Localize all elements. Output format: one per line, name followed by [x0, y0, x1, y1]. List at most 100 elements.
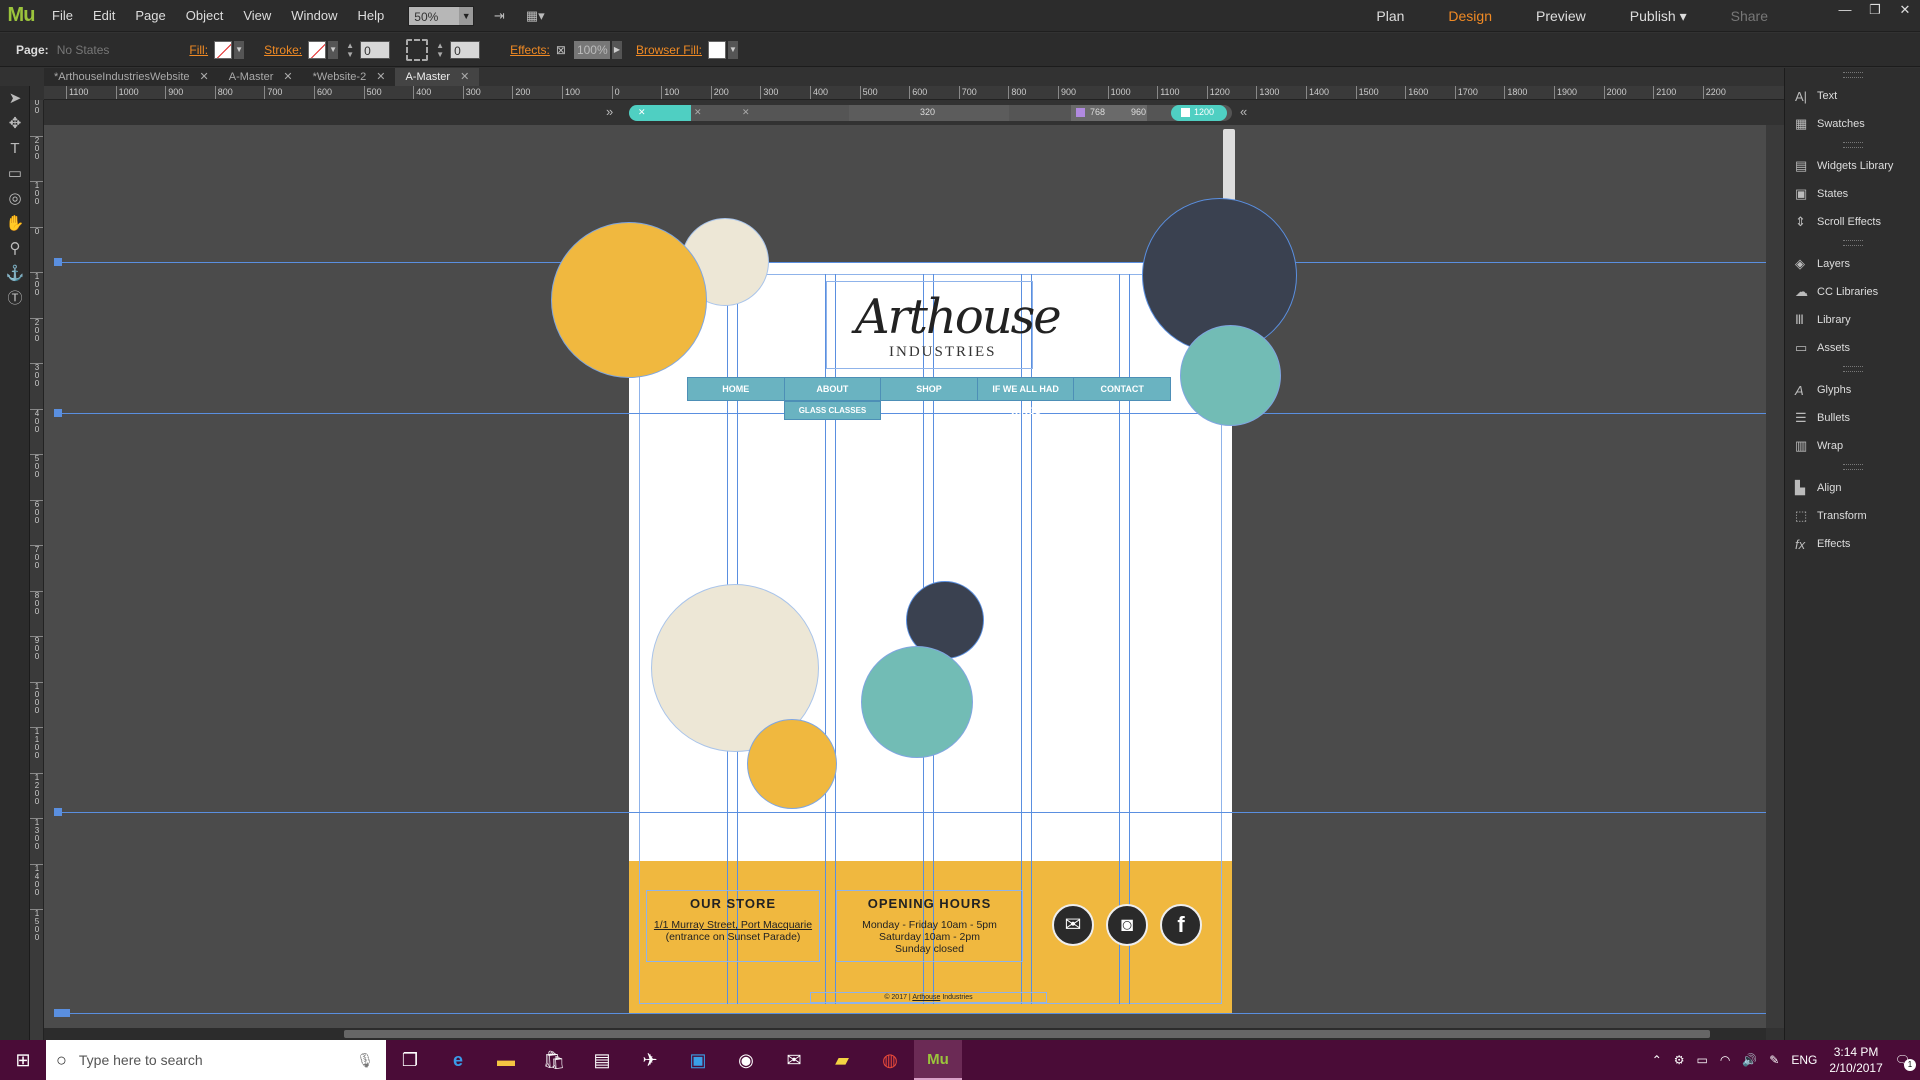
- circle-yellow-large[interactable]: [551, 222, 707, 378]
- effects-icon[interactable]: ⊠: [556, 43, 566, 57]
- close-icon[interactable]: ✕: [1890, 0, 1920, 20]
- close-icon[interactable]: ✕: [638, 107, 646, 118]
- rectangle-tool-icon[interactable]: ▭: [0, 161, 30, 186]
- facebook-icon[interactable]: f: [1160, 904, 1202, 946]
- close-icon[interactable]: ✕: [460, 68, 469, 86]
- menu-help[interactable]: Help: [348, 0, 395, 32]
- panel-swatches[interactable]: ▦ Swatches: [1785, 110, 1920, 138]
- horizontal-scrollbar[interactable]: [44, 1028, 1766, 1040]
- menu-object[interactable]: Object: [176, 0, 234, 32]
- nav-shop[interactable]: SHOP: [881, 378, 978, 400]
- guide-handle[interactable]: [54, 409, 62, 417]
- tab-arthouse-website[interactable]: *ArthouseIndustriesWebsite ✕: [44, 68, 219, 86]
- stroke-swatch[interactable]: [308, 40, 327, 59]
- page-end-guide[interactable]: [58, 1013, 1766, 1014]
- panel-library[interactable]: Ⅲ Library: [1785, 306, 1920, 334]
- network-app-icon[interactable]: ⚙: [1674, 1053, 1685, 1067]
- stroke-spinner-icon[interactable]: ▲ ▼: [346, 41, 356, 59]
- crop-tool-icon[interactable]: ✥: [0, 111, 30, 136]
- mode-preview[interactable]: Preview: [1514, 0, 1608, 32]
- breakpoint-960[interactable]: 960: [1131, 107, 1146, 117]
- panel-grip[interactable]: [1842, 240, 1863, 246]
- close-icon[interactable]: ✕: [742, 107, 750, 118]
- file-explorer-icon[interactable]: ▬: [482, 1040, 530, 1080]
- store-icon[interactable]: 🛍: [530, 1040, 578, 1080]
- chevron-up-icon[interactable]: ⌃: [1652, 1053, 1662, 1067]
- panel-wrap[interactable]: ▥ Wrap: [1785, 432, 1920, 460]
- restore-icon[interactable]: ❐: [1860, 0, 1890, 20]
- edge-icon[interactable]: e: [434, 1040, 482, 1080]
- language-indicator[interactable]: ENG: [1791, 1053, 1817, 1067]
- email-icon[interactable]: ✉: [1052, 904, 1094, 946]
- chevron-down-icon[interactable]: ▼: [727, 40, 738, 59]
- photos-app-icon[interactable]: ▣: [674, 1040, 722, 1080]
- fill-swatch[interactable]: [214, 40, 233, 59]
- corner-radius-icon[interactable]: [406, 38, 429, 61]
- task-view-icon[interactable]: ❐: [386, 1040, 434, 1080]
- text-frame-icon[interactable]: Ⓣ: [0, 286, 30, 311]
- horizontal-ruler[interactable]: 1100 1000 900 800 700 600 500 400 300 200 100 0 100 2…: [44, 86, 1784, 100]
- panel-grip[interactable]: [1842, 366, 1863, 372]
- panel-text[interactable]: A| Text: [1785, 82, 1920, 110]
- nav-home[interactable]: HOME: [688, 378, 785, 400]
- nav-contact[interactable]: CONTACT: [1074, 378, 1170, 400]
- menu-file[interactable]: File: [42, 0, 83, 32]
- muse-app-icon[interactable]: Mu: [914, 1040, 962, 1080]
- browser-fill-swatch[interactable]: [707, 40, 726, 59]
- panel-widgets-library[interactable]: ▤ Widgets Library: [1785, 152, 1920, 180]
- panel-grip[interactable]: [1842, 142, 1863, 148]
- copyright-link[interactable]: Arthouse: [912, 994, 940, 1001]
- battery-icon[interactable]: ▭: [1697, 1053, 1708, 1067]
- guide-handle[interactable]: [54, 808, 62, 816]
- menu-view[interactable]: View: [233, 0, 281, 32]
- vertical-ruler[interactable]: 3002001000100200300400500600700800900100…: [30, 100, 44, 1040]
- nav-about[interactable]: ABOUT: [785, 378, 882, 400]
- nav-wings[interactable]: IF WE ALL HAD WINGS: [978, 378, 1075, 416]
- mode-design[interactable]: Design: [1426, 0, 1514, 32]
- breakpoint-320[interactable]: 320: [920, 107, 935, 117]
- close-icon[interactable]: ✕: [283, 68, 292, 86]
- panel-align[interactable]: ▙ Align: [1785, 474, 1920, 502]
- guide-handle[interactable]: [54, 1009, 70, 1017]
- site-logo[interactable]: Arthouse INDUSTRIES: [826, 281, 1062, 369]
- collapse-left-icon[interactable]: »: [606, 104, 613, 119]
- panel-grip[interactable]: [1842, 464, 1863, 470]
- zoom-select[interactable]: 50% ▼: [408, 5, 475, 26]
- clock[interactable]: 3:14 PM 2/10/2017: [1829, 1044, 1882, 1076]
- anchor-icon[interactable]: ⚓: [0, 261, 30, 286]
- mode-share[interactable]: Share: [1709, 0, 1790, 32]
- chevron-down-icon[interactable]: ▼: [234, 40, 245, 59]
- text-tool-icon[interactable]: T: [0, 136, 30, 161]
- volume-icon[interactable]: 🔊: [1742, 1053, 1757, 1067]
- stroke-width-input[interactable]: 0: [360, 40, 391, 59]
- selection-tool-icon[interactable]: ➤: [0, 86, 30, 111]
- vertical-scrollbar[interactable]: [1766, 125, 1784, 1028]
- camera-app-icon[interactable]: ◉: [722, 1040, 770, 1080]
- game-app-icon[interactable]: ✈: [626, 1040, 674, 1080]
- media-app-icon[interactable]: ▤: [578, 1040, 626, 1080]
- page-resize-handle[interactable]: [1223, 129, 1235, 209]
- menu-page[interactable]: Page: [125, 0, 175, 32]
- stroke-label[interactable]: Stroke:: [264, 43, 302, 57]
- close-icon[interactable]: ✕: [200, 68, 209, 86]
- circle-teal-top[interactable]: [1180, 325, 1281, 426]
- panel-cc-libraries[interactable]: ☁ CC Libraries: [1785, 278, 1920, 306]
- design-canvas[interactable]: Arthouse INDUSTRIES HOME ABOUT SHOP IF W…: [44, 125, 1766, 1028]
- sticky-notes-icon[interactable]: ▰: [818, 1040, 866, 1080]
- panel-glyphs[interactable]: A Glyphs: [1785, 376, 1920, 404]
- menu-window[interactable]: Window: [281, 0, 347, 32]
- ellipse-tool-icon[interactable]: ◎: [0, 186, 30, 211]
- panel-effects[interactable]: fx Effects: [1785, 530, 1920, 558]
- tab-a-master[interactable]: A-Master ✕: [219, 68, 303, 86]
- chevron-down-icon[interactable]: ▼: [328, 40, 339, 59]
- page-arrange-icon[interactable]: ⇥: [488, 7, 510, 25]
- tab-a-master-active[interactable]: A-Master ✕: [395, 68, 480, 86]
- panel-bullets[interactable]: ☰ Bullets: [1785, 404, 1920, 432]
- notifications-icon[interactable]: 🗨 1: [1895, 1053, 1916, 1071]
- close-icon[interactable]: ✕: [376, 68, 385, 86]
- chrome-icon[interactable]: ◍: [866, 1040, 914, 1080]
- taskbar-search[interactable]: ○ Type here to search 🎙: [46, 1040, 386, 1080]
- pen-icon[interactable]: ✎: [1769, 1053, 1779, 1067]
- corner-radius-input[interactable]: 0: [450, 40, 481, 59]
- instagram-icon[interactable]: ◙: [1106, 904, 1148, 946]
